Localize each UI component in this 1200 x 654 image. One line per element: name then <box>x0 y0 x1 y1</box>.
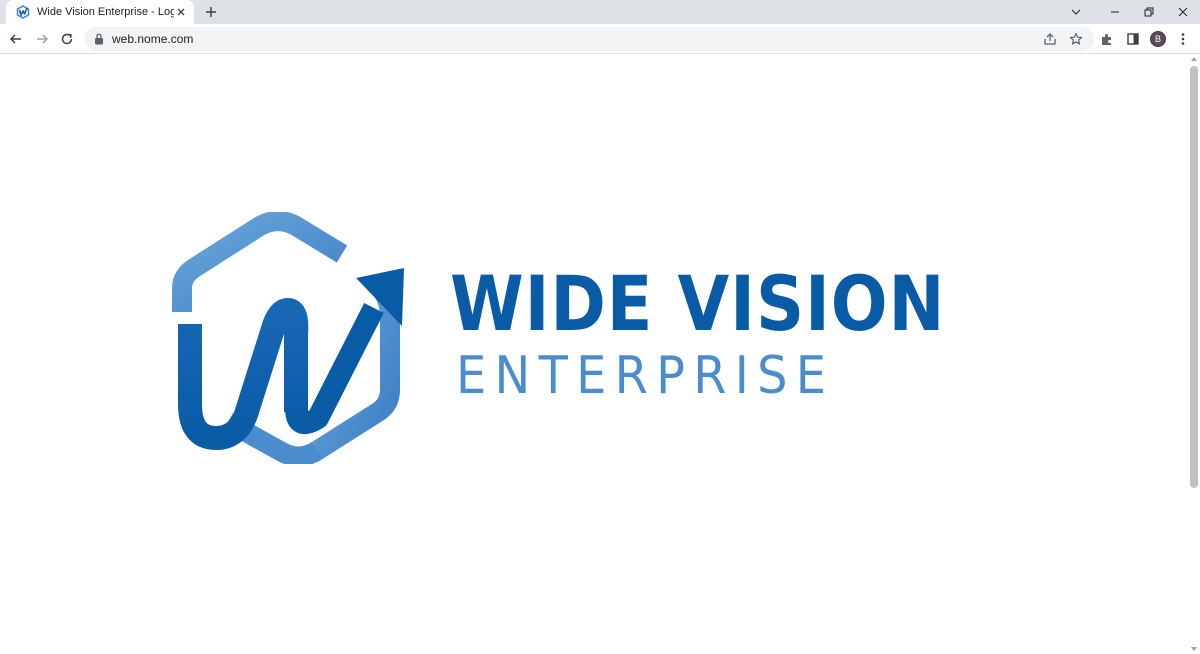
reload-icon[interactable] <box>57 29 77 49</box>
restore-icon[interactable] <box>1132 0 1166 24</box>
kebab-menu-icon[interactable] <box>1173 29 1193 49</box>
arrow-right-icon[interactable] <box>32 29 52 49</box>
avatar: B <box>1150 31 1166 47</box>
lock-icon[interactable] <box>94 33 104 45</box>
share-icon[interactable] <box>1040 29 1060 49</box>
profile-avatar[interactable]: B <box>1148 29 1168 49</box>
tab-active[interactable]: Wide Vision Enterprise - Logo <box>6 0 194 24</box>
wv-logo-icon <box>16 5 30 19</box>
brand-name: WIDE VISION <box>450 259 946 348</box>
tab-strip: Wide Vision Enterprise - Logo <box>0 0 1200 24</box>
vertical-scrollbar[interactable] <box>1188 54 1200 654</box>
url-text: web.nome.com <box>112 32 194 46</box>
minimize-icon[interactable] <box>1098 0 1132 24</box>
page-viewport: WIDE VISION ENTERPRISE <box>0 54 1200 654</box>
window-controls <box>1098 0 1200 24</box>
wide-vision-logo-mark <box>168 211 410 467</box>
browser-window: Wide Vision Enterprise - Logo web.nome.c… <box>0 0 1200 654</box>
chevron-down-icon[interactable] <box>1064 0 1088 24</box>
brand-subtitle: ENTERPRISE <box>456 346 835 406</box>
scroll-down-arrow-icon[interactable] <box>1191 647 1197 651</box>
scroll-thumb[interactable] <box>1190 66 1198 488</box>
puzzle-icon[interactable] <box>1097 29 1117 49</box>
tab-title: Wide Vision Enterprise - Logo <box>37 6 174 18</box>
side-panel-icon[interactable] <box>1123 29 1143 49</box>
arrow-left-icon[interactable] <box>6 29 26 49</box>
star-icon[interactable] <box>1066 29 1086 49</box>
close-window-icon[interactable] <box>1166 0 1200 24</box>
close-icon[interactable] <box>174 5 188 19</box>
scroll-up-arrow-icon[interactable] <box>1191 57 1197 61</box>
plus-icon[interactable] <box>201 2 221 22</box>
browser-toolbar: web.nome.com B <box>0 24 1200 54</box>
address-bar[interactable]: web.nome.com <box>84 27 1094 51</box>
